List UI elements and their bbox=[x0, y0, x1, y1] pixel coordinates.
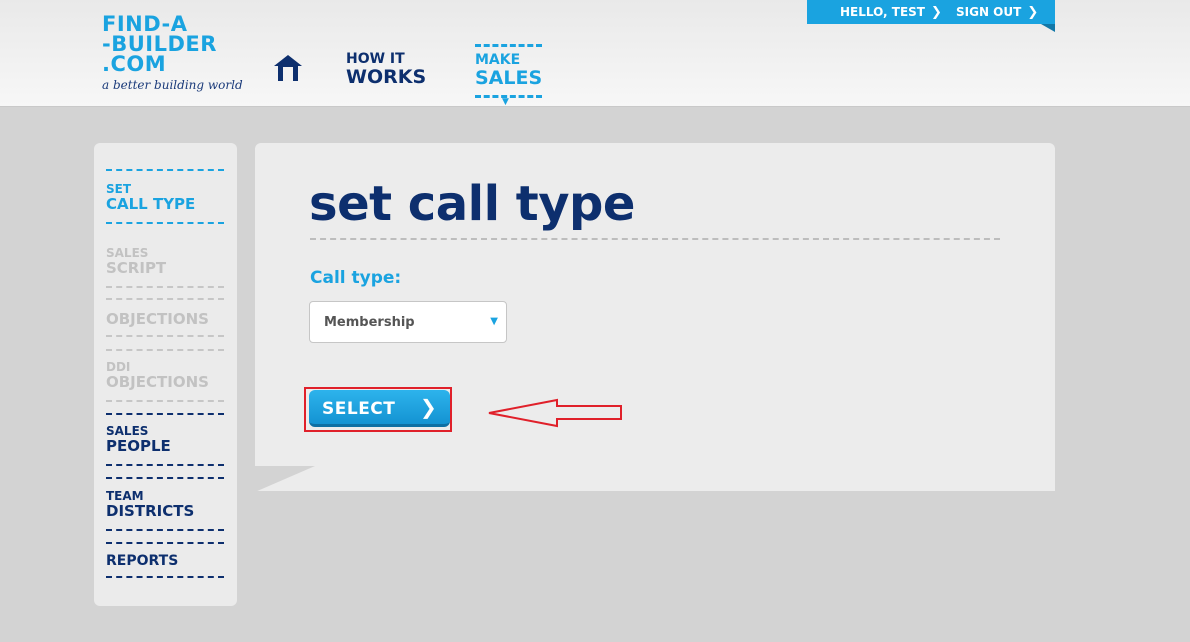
logo-tagline: a better building world bbox=[102, 78, 243, 92]
sidebar-divider bbox=[106, 400, 224, 402]
title-divider bbox=[310, 238, 1000, 240]
sign-out-label: SIGN OUT bbox=[956, 5, 1022, 19]
sidebar-item-objections: OBJECTIONS bbox=[106, 311, 209, 327]
sidebar-item-label: OBJECTIONS bbox=[106, 310, 209, 328]
sidebar-divider bbox=[106, 335, 224, 337]
site-header: FIND-A -BUILDER .COM a better building w… bbox=[0, 0, 1190, 107]
sidebar-item-sales-people[interactable]: SALES PEOPLE bbox=[106, 425, 171, 455]
sidebar-item-ddi-objections: DDI OBJECTIONS bbox=[106, 361, 209, 391]
sidebar-divider bbox=[106, 529, 224, 531]
nav-how-it-works[interactable]: HOW IT WORKS bbox=[346, 51, 427, 88]
logo-line-1: FIND-A bbox=[102, 12, 188, 36]
sidebar-divider bbox=[106, 413, 224, 415]
sidebar-item-label: DISTRICTS bbox=[106, 502, 195, 520]
user-bar: HELLO, TEST ❯ SIGN OUT ❯ bbox=[807, 0, 1055, 32]
sidebar-item-label: REPORTS bbox=[106, 553, 179, 569]
sign-out-link[interactable]: SIGN OUT ❯ bbox=[956, 0, 1038, 25]
sidebar-divider bbox=[106, 298, 224, 300]
logo-line-3: .COM bbox=[102, 52, 167, 76]
site-logo[interactable]: FIND-A -BUILDER .COM a better building w… bbox=[102, 12, 243, 93]
sidebar-item-label: OBJECTIONS bbox=[106, 373, 209, 391]
sidebar-divider bbox=[106, 286, 224, 288]
sidebar-item-reports[interactable]: REPORTS bbox=[106, 553, 178, 569]
sidebar-item-sales-script: SALES SCRIPT bbox=[106, 247, 167, 277]
call-type-label: Call type: bbox=[310, 268, 402, 288]
call-type-select[interactable]: Membership ▼ bbox=[309, 301, 507, 343]
sidebar-divider bbox=[106, 576, 224, 578]
sidebar-divider bbox=[106, 222, 224, 224]
annotation-arrow-icon bbox=[488, 398, 622, 428]
annotation-highlight-box bbox=[304, 387, 452, 432]
sidebar-item-set-call-type[interactable]: SET CALL TYPE bbox=[106, 183, 196, 213]
dropdown-caret-icon: ▼ bbox=[490, 316, 498, 327]
sidebar-item-team-districts[interactable]: TEAM DISTRICTS bbox=[106, 490, 195, 520]
sidebar-item-label: CALL TYPE bbox=[106, 195, 196, 213]
hello-user-label: HELLO, TEST bbox=[840, 5, 925, 19]
sidebar-divider bbox=[106, 477, 224, 479]
call-type-select-value: Membership bbox=[324, 315, 415, 330]
sidebar-divider bbox=[106, 464, 224, 466]
nav-how-small: HOW IT bbox=[346, 51, 405, 67]
page-title: set call type bbox=[309, 176, 635, 232]
sidebar-divider bbox=[106, 542, 224, 544]
nav-divider bbox=[475, 44, 542, 47]
sidebar-divider bbox=[106, 349, 224, 351]
nav-make-small: MAKE bbox=[475, 52, 521, 68]
hello-user-link[interactable]: HELLO, TEST ❯ bbox=[840, 0, 942, 25]
home-icon[interactable] bbox=[272, 53, 304, 83]
chevron-right-icon: ❯ bbox=[931, 5, 942, 20]
logo-line-2: -BUILDER bbox=[102, 32, 217, 56]
nav-how-large: WORKS bbox=[346, 66, 427, 88]
caret-down-icon: ▼ bbox=[502, 97, 509, 107]
nav-divider: ▼ bbox=[475, 95, 542, 107]
nav-make-sales[interactable]: MAKE SALES ▼ bbox=[475, 44, 543, 107]
ribbon-fold bbox=[1041, 24, 1055, 32]
nav-make-large: SALES bbox=[475, 67, 543, 89]
sidebar-divider bbox=[106, 169, 224, 171]
chevron-right-icon: ❯ bbox=[1027, 5, 1039, 20]
sidebar-item-label: PEOPLE bbox=[106, 437, 171, 455]
sidebar-item-label: SCRIPT bbox=[106, 259, 167, 277]
sidebar-nav: SET CALL TYPE SALES SCRIPT OBJECTIONS DD… bbox=[94, 143, 237, 606]
